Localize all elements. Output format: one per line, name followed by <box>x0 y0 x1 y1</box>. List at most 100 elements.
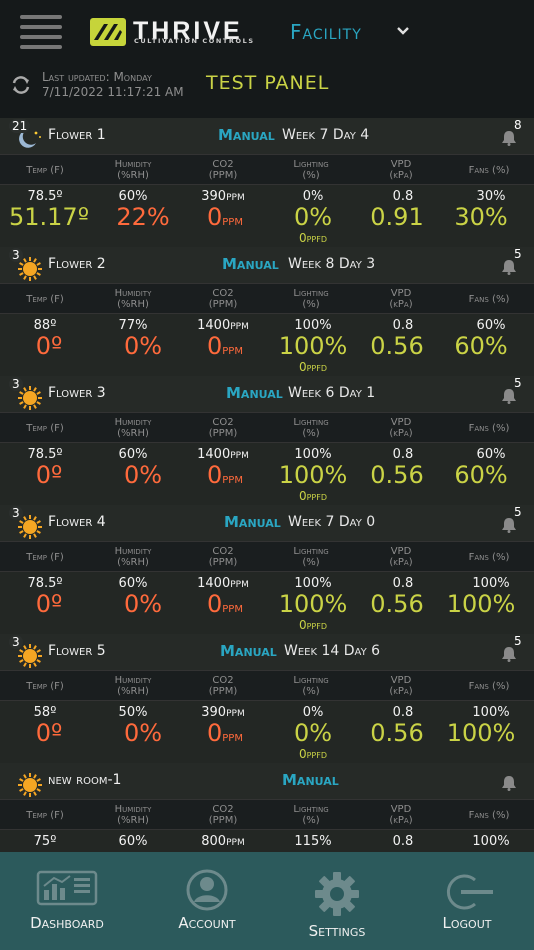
panel-title: TEST PANEL <box>206 72 330 94</box>
room-card[interactable]: 3 Flower 4 Manual Week 7 Day 0 5 Temp (F… <box>0 505 534 634</box>
room-card[interactable]: new room-1 Manual Temp (F) Humidity (%RH)… <box>0 763 534 852</box>
label-lighting: Lighting (%) <box>293 675 329 697</box>
sun-icon <box>16 772 44 797</box>
lighting-value: 0% <box>293 719 333 747</box>
lighting-setpoint: 100% <box>294 576 332 591</box>
label-lighting: Lighting (%) <box>293 546 329 568</box>
room-header[interactable]: 3 Flower 5 Manual Week 14 Day 6 5 <box>0 634 534 670</box>
menu-icon[interactable] <box>20 15 62 49</box>
metric-values: 78.5º 51.17º 60% 22% 390ppm 0ppm 0% 0% 0… <box>0 184 534 247</box>
lighting-value: 0% <box>293 203 333 231</box>
room-header[interactable]: 21 Flower 1 Manual Week 7 Day 4 8 <box>0 118 534 154</box>
label-lighting: Lighting (%) <box>293 417 329 439</box>
metric-values: 78.5º 0º 60% 0% 1400ppm 0ppm 100% 100% 0… <box>0 442 534 505</box>
nav-account[interactable]: Account <box>140 852 274 950</box>
temp-value: 0º <box>35 332 63 360</box>
fans-value: 60% <box>454 332 508 360</box>
room-mode: Manual <box>218 126 275 144</box>
vpd-value: 0.56 <box>370 590 424 618</box>
bell-icon[interactable] <box>500 775 518 791</box>
room-week: Week 14 Day 6 <box>284 643 381 659</box>
metric-values: 88º 0º 77% 0% 1400ppm 0ppm 100% 100% 0pp… <box>0 313 534 376</box>
lighting-setpoint: 0% <box>302 705 324 720</box>
co2-value: 0ppm <box>207 461 243 489</box>
nav-dashboard-label: Dashboard <box>30 914 104 932</box>
room-card[interactable]: 3 Flower 2 Manual Week 8 Day 3 5 Temp (F… <box>0 247 534 376</box>
label-humidity: Humidity (%RH) <box>114 159 152 181</box>
ppfd-value: 0ppfd <box>298 747 328 761</box>
thrive-logo-icon <box>90 18 126 46</box>
fans-setpoint: 100% <box>472 705 510 720</box>
room-week: Week 8 Day 3 <box>288 256 376 272</box>
chevron-down-icon[interactable] <box>396 26 410 36</box>
label-co2: CO2 (PPM) <box>208 417 238 439</box>
room-week: Week 7 Day 4 <box>282 127 370 143</box>
room-mode: Manual <box>224 513 281 531</box>
vpd-value: 0.56 <box>370 461 424 489</box>
vpd-setpoint: 0.8 <box>392 576 414 591</box>
room-card[interactable]: 21 Flower 1 Manual Week 7 Day 4 8 Temp (… <box>0 118 534 247</box>
vpd-setpoint: 0.8 <box>392 447 414 462</box>
label-co2: CO2 (PPM) <box>208 546 238 568</box>
room-mode: Manual <box>282 771 339 789</box>
co2-value: 0ppm <box>207 332 243 360</box>
room-mode: Manual <box>220 642 277 660</box>
nav-settings[interactable]: Settings <box>270 852 404 950</box>
nav-logout[interactable]: Logout <box>400 852 534 950</box>
ppfd-value: 0ppfd <box>298 360 328 374</box>
room-header[interactable]: 3 Flower 2 Manual Week 8 Day 3 5 <box>0 247 534 283</box>
humidity-value: 0% <box>123 590 163 618</box>
fans-setpoint: 100% <box>472 576 510 591</box>
metric-labels: Temp (F) Humidity (%RH) CO2 (PPM) Lighting… <box>0 412 534 442</box>
metric-labels: Temp (F) Humidity (%RH) CO2 (PPM) Lighting… <box>0 670 534 700</box>
alert-count: 5 <box>514 505 522 519</box>
alert-count: 5 <box>514 376 522 390</box>
room-name: Flower 3 <box>48 385 106 401</box>
room-badge: 3 <box>9 635 23 649</box>
label-fans: Fans (%) <box>468 552 510 563</box>
fans-value: 60% <box>454 461 508 489</box>
facility-selector[interactable]: Facility <box>290 20 362 44</box>
temp-value: 0º <box>35 719 63 747</box>
room-name: Flower 2 <box>48 256 106 272</box>
nav-settings-label: Settings <box>308 922 366 940</box>
room-header[interactable]: 3 Flower 3 Manual Week 6 Day 1 5 <box>0 376 534 412</box>
room-header[interactable]: 3 Flower 4 Manual Week 7 Day 0 5 <box>0 505 534 541</box>
rooms-list[interactable]: 21 Flower 1 Manual Week 7 Day 4 8 Temp (… <box>0 118 534 852</box>
bell-icon[interactable] <box>500 517 518 533</box>
room-mode: Manual <box>222 255 279 273</box>
vpd-value: 0.91 <box>370 203 424 231</box>
label-lighting: Lighting (%) <box>293 159 329 181</box>
room-badge: 21 <box>9 119 31 133</box>
vpd-value: 0.56 <box>370 332 424 360</box>
room-header[interactable]: new room-1 Manual <box>0 763 534 799</box>
metric-values: 78.5º 0º 60% 0% 1400ppm 0ppm 100% 100% 0… <box>0 571 534 634</box>
label-vpd: VPD (kPa) <box>389 804 413 826</box>
vpd-value: 0.56 <box>370 719 424 747</box>
label-fans: Fans (%) <box>468 294 510 305</box>
dashboard-icon <box>36 870 98 906</box>
bell-icon[interactable] <box>500 388 518 404</box>
fans-value: 30% <box>454 203 508 231</box>
label-temp: Temp (F) <box>26 294 64 305</box>
bell-icon[interactable] <box>500 646 518 662</box>
ppfd-value: 0ppfd <box>298 618 328 632</box>
room-card[interactable]: 3 Flower 5 Manual Week 14 Day 6 5 Temp (… <box>0 634 534 763</box>
label-humidity: Humidity (%RH) <box>114 804 152 826</box>
vpd-setpoint: 0.8 <box>392 705 414 720</box>
nav-account-label: Account <box>178 914 236 932</box>
bell-icon[interactable] <box>500 259 518 275</box>
nav-logout-label: Logout <box>442 914 492 932</box>
fans-setpoint: 60% <box>476 447 506 462</box>
nav-dashboard[interactable]: Dashboard <box>0 852 134 950</box>
bell-icon[interactable] <box>500 130 518 146</box>
label-fans: Fans (%) <box>468 423 510 434</box>
humidity-setpoint: 60% <box>118 447 148 462</box>
temp-setpoint: 78.5º <box>27 447 63 462</box>
humidity-setpoint: 50% <box>118 705 148 720</box>
label-vpd: VPD (kPa) <box>389 288 413 310</box>
refresh-icon[interactable] <box>10 74 32 96</box>
room-card[interactable]: 3 Flower 3 Manual Week 6 Day 1 5 Temp (F… <box>0 376 534 505</box>
gear-icon <box>315 872 359 916</box>
co2-value: 0ppm <box>207 590 243 618</box>
